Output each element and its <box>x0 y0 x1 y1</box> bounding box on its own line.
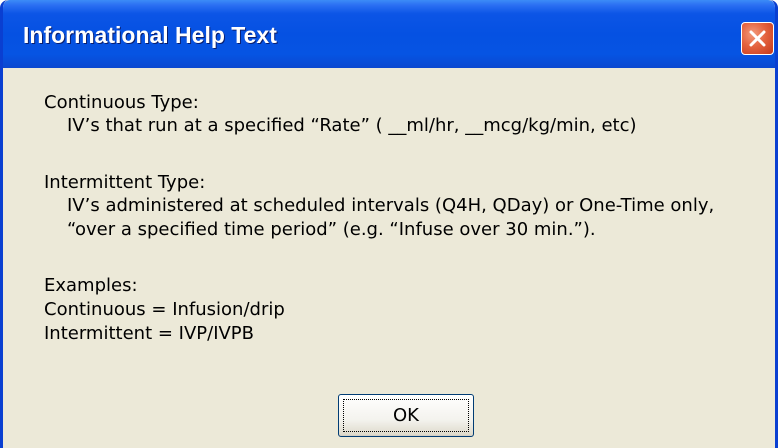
dialog-body: Continuous Type: IV’s that run at a spec… <box>3 68 775 448</box>
title-bar[interactable]: Informational Help Text <box>3 0 775 68</box>
example-intermittent: Intermittent = IVP/IVPB <box>44 323 255 344</box>
close-button[interactable] <box>741 22 774 55</box>
close-icon <box>749 30 766 47</box>
intermittent-description-line-2: “over a specified time period” (e.g. “In… <box>67 219 596 240</box>
dialog-title: Informational Help Text <box>23 22 277 48</box>
examples-heading: Examples: <box>44 275 138 296</box>
ok-button[interactable]: OK <box>338 394 474 437</box>
continuous-heading: Continuous Type: <box>44 92 199 113</box>
intermittent-description-line-1: IV’s administered at scheduled intervals… <box>67 195 715 216</box>
example-continuous: Continuous = Infusion/drip <box>44 299 285 320</box>
continuous-description: IV’s that run at a specified “Rate” ( __… <box>67 115 637 136</box>
help-dialog: Informational Help Text Continuous Type:… <box>0 0 778 448</box>
intermittent-heading: Intermittent Type: <box>44 172 206 193</box>
ok-button-label: OK <box>393 405 419 426</box>
